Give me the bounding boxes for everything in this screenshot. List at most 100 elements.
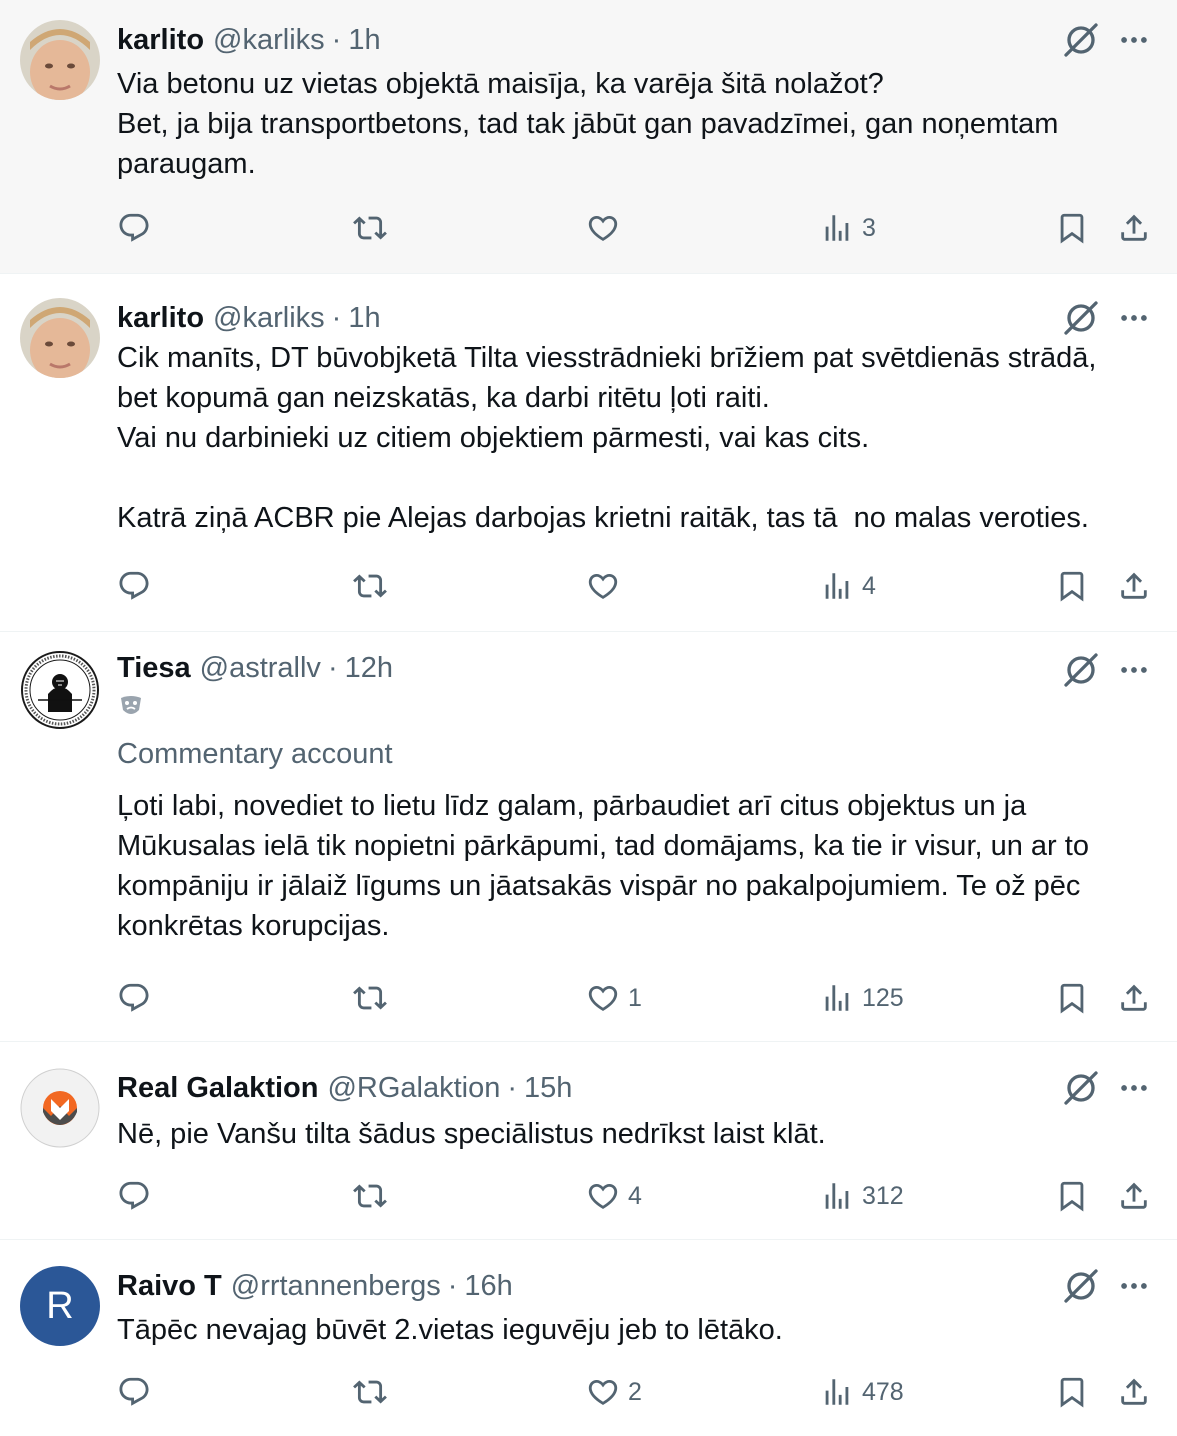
tweet-text: Via betonu uz vietas objektā maisīja, ka…: [117, 68, 1059, 180]
share-button[interactable]: [1117, 978, 1151, 1018]
separator-dot: ·: [331, 302, 342, 334]
timestamp[interactable]: 1h: [348, 22, 380, 58]
author-handle[interactable]: @rrtannenbergs: [231, 1268, 441, 1304]
bookmark-button[interactable]: [1055, 566, 1089, 606]
avatar[interactable]: [20, 1068, 100, 1148]
share-button[interactable]: [1117, 566, 1151, 606]
action-bar: 4: [117, 566, 1151, 606]
timestamp[interactable]: 15h: [524, 1070, 572, 1106]
retweet-icon: [353, 211, 387, 245]
bookmark-icon: [1055, 1179, 1089, 1213]
separator-dot: ·: [327, 652, 338, 684]
views-button[interactable]: 4: [820, 566, 876, 606]
tweet[interactable]: karlito @karliks · 1h Cik manīts, DT būv…: [0, 274, 1177, 632]
reply-icon: [117, 981, 151, 1015]
reply-button[interactable]: [117, 566, 151, 606]
separator-dot: ·: [331, 24, 342, 56]
share-button[interactable]: [1117, 1372, 1151, 1412]
tweet[interactable]: R Raivo T @rrtannenbergs · 16h Tāpēc nev…: [0, 1240, 1177, 1436]
retweet-icon: [353, 1375, 387, 1409]
author-name[interactable]: Real Galaktion: [117, 1070, 318, 1106]
like-button[interactable]: [586, 566, 628, 606]
share-button[interactable]: [1117, 1176, 1151, 1216]
grok-icon[interactable]: [1061, 20, 1101, 60]
retweet-button[interactable]: [353, 1176, 387, 1216]
reply-button[interactable]: [117, 1372, 151, 1412]
avatar-photo-icon: [20, 20, 100, 100]
like-icon: [586, 1179, 620, 1213]
like-button[interactable]: 1: [586, 978, 642, 1018]
grok-icon[interactable]: [1061, 1266, 1101, 1306]
views-count: 125: [862, 983, 904, 1012]
views-button[interactable]: 478: [820, 1372, 904, 1412]
more-icon[interactable]: [1117, 1269, 1151, 1303]
more-icon[interactable]: [1117, 301, 1151, 335]
tweet-text: Nē, pie Vanšu tilta šādus speciālistus n…: [117, 1118, 826, 1150]
author-name[interactable]: Raivo T: [117, 1268, 222, 1304]
grok-icon[interactable]: [1061, 298, 1101, 338]
author-handle[interactable]: @karliks: [213, 22, 325, 58]
timestamp[interactable]: 12h: [345, 650, 393, 686]
bookmark-icon: [1055, 1375, 1089, 1409]
avatar[interactable]: [20, 298, 100, 378]
share-button[interactable]: [1117, 208, 1151, 248]
like-count: 4: [628, 1181, 642, 1210]
tweet[interactable]: Real Galaktion @RGalaktion · 15h Nē, pie…: [0, 1042, 1177, 1240]
author-name[interactable]: karlito: [117, 22, 204, 58]
retweet-icon: [353, 981, 387, 1015]
like-icon: [586, 981, 620, 1015]
grok-icon[interactable]: [1061, 1068, 1101, 1108]
views-button[interactable]: 3: [820, 208, 876, 248]
avatar[interactable]: R: [20, 1266, 100, 1346]
action-bar: 3: [117, 208, 1151, 248]
avatar[interactable]: [20, 650, 100, 730]
more-icon[interactable]: [1117, 653, 1151, 687]
avatar[interactable]: [20, 20, 100, 100]
bookmark-icon: [1055, 569, 1089, 603]
reply-button[interactable]: [117, 978, 151, 1018]
reply-icon: [117, 1375, 151, 1409]
bookmark-button[interactable]: [1055, 1372, 1089, 1412]
tweet[interactable]: Tiesa @astrallv · 12h Commentary account…: [0, 632, 1177, 1042]
author-handle[interactable]: @astrallv: [200, 650, 321, 686]
author-handle[interactable]: @karliks: [213, 300, 325, 336]
views-count: 478: [862, 1377, 904, 1406]
views-button[interactable]: 312: [820, 1176, 904, 1216]
timestamp[interactable]: 16h: [464, 1268, 512, 1304]
like-button[interactable]: 2: [586, 1372, 642, 1412]
theater-masks-icon: [117, 692, 147, 727]
retweet-button[interactable]: [353, 1372, 387, 1412]
author-handle[interactable]: @RGalaktion: [327, 1070, 500, 1106]
reply-icon: [117, 569, 151, 603]
retweet-button[interactable]: [353, 566, 387, 606]
more-icon[interactable]: [1117, 1071, 1151, 1105]
views-button[interactable]: 125: [820, 978, 904, 1018]
author-name[interactable]: karlito: [117, 300, 204, 336]
bookmark-button[interactable]: [1055, 978, 1089, 1018]
timestamp[interactable]: 1h: [348, 300, 380, 336]
like-button[interactable]: 4: [586, 1176, 642, 1216]
like-button[interactable]: [586, 208, 628, 248]
bookmark-button[interactable]: [1055, 1176, 1089, 1216]
separator-dot: ·: [507, 1072, 518, 1104]
views-icon: [820, 211, 854, 245]
more-icon[interactable]: [1117, 23, 1151, 57]
reply-button[interactable]: [117, 208, 151, 248]
like-icon: [586, 569, 620, 603]
retweet-button[interactable]: [353, 208, 387, 248]
retweet-button[interactable]: [353, 978, 387, 1018]
bookmark-icon: [1055, 211, 1089, 245]
share-icon: [1117, 569, 1151, 603]
reply-icon: [117, 1179, 151, 1213]
share-icon: [1117, 211, 1151, 245]
views-icon: [820, 1179, 854, 1213]
author-name[interactable]: Tiesa: [117, 650, 191, 686]
like-count: 2: [628, 1377, 642, 1406]
bookmark-icon: [1055, 981, 1089, 1015]
separator-dot: ·: [447, 1270, 458, 1302]
tweet[interactable]: karlito @karliks · 1h Via betonu uz viet…: [0, 0, 1177, 274]
views-count: 3: [862, 213, 876, 242]
bookmark-button[interactable]: [1055, 208, 1089, 248]
grok-icon[interactable]: [1061, 650, 1101, 690]
reply-button[interactable]: [117, 1176, 151, 1216]
